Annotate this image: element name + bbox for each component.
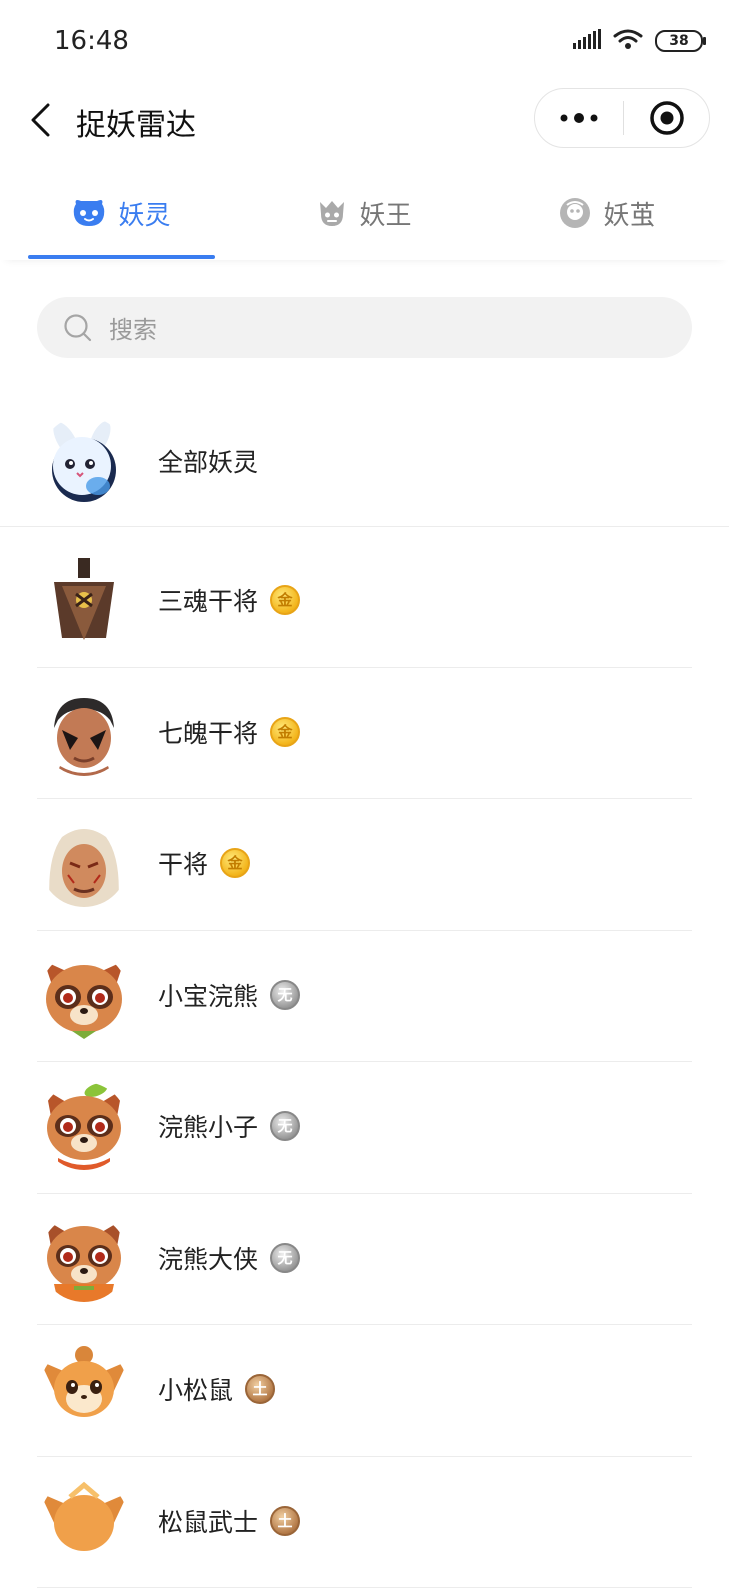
list-item[interactable]: 小宝浣熊无 <box>0 931 729 1063</box>
item-avatar <box>40 1477 128 1565</box>
list-item[interactable]: 干将金 <box>0 799 729 931</box>
list-item[interactable]: 浣熊大侠无 <box>0 1194 729 1326</box>
more-button[interactable] <box>535 89 623 147</box>
tab-label: 妖王 <box>359 195 411 232</box>
item-avatar <box>40 819 128 907</box>
tab-yaowang[interactable]: 妖王 <box>243 166 486 260</box>
item-name: 松鼠武士 <box>158 1508 258 1537</box>
all-yaoling-row[interactable]: 全部妖灵 <box>0 396 729 527</box>
yaowang-icon <box>317 198 347 228</box>
item-name: 七魄干将 <box>158 719 258 748</box>
item-avatar <box>40 951 128 1039</box>
list-item[interactable]: 七魄干将金 <box>0 668 729 800</box>
miniprogram-capsule <box>534 88 710 148</box>
gold-badge-icon: 金 <box>270 585 300 615</box>
search-input[interactable]: 搜索 <box>37 297 692 358</box>
yaojian-icon <box>559 197 591 229</box>
silver-badge-icon: 无 <box>270 980 300 1010</box>
battery-icon: 38 <box>655 30 703 52</box>
item-avatar <box>40 1082 128 1170</box>
item-name: 三魂干将 <box>158 587 258 616</box>
chevron-left-icon <box>29 102 51 138</box>
status-time: 16:48 <box>54 26 129 56</box>
gold-badge-icon: 金 <box>270 717 300 747</box>
item-avatar <box>40 688 128 776</box>
more-icon <box>559 112 599 124</box>
item-name: 浣熊大侠 <box>158 1245 258 1274</box>
bronze-badge-icon: 土 <box>270 1506 300 1536</box>
list-item[interactable]: 三魂干将金 <box>0 536 729 668</box>
item-name: 干将 <box>158 850 208 879</box>
tab-yaojian[interactable]: 妖茧 <box>486 166 729 260</box>
item-avatar <box>40 556 128 644</box>
status-bar: 16:48 38 <box>0 0 729 84</box>
close-miniprogram-button[interactable] <box>624 89 710 147</box>
wifi-icon <box>613 28 643 54</box>
active-tab-indicator <box>28 255 215 259</box>
silver-badge-icon: 无 <box>270 1243 300 1273</box>
tab-yaoling[interactable]: 妖灵 <box>0 166 243 260</box>
silver-badge-icon: 无 <box>270 1111 300 1141</box>
yaoling-icon <box>72 198 106 228</box>
list-item[interactable]: 小松鼠土 <box>0 1325 729 1457</box>
gold-badge-icon: 金 <box>220 848 250 878</box>
page-title: 捉妖雷达 <box>76 100 196 144</box>
item-name: 浣熊小子 <box>158 1113 258 1142</box>
back-button[interactable] <box>20 98 60 142</box>
item-avatar <box>40 1345 128 1433</box>
tab-label: 妖灵 <box>118 195 170 232</box>
list-item[interactable]: 松鼠武士土 <box>0 1457 729 1588</box>
status-icons: 38 <box>573 28 703 54</box>
tab-label: 妖茧 <box>603 195 655 232</box>
all-yaoling-avatar <box>40 416 128 504</box>
yaoling-list: 三魂干将金 七魄干将金 <box>0 536 729 1588</box>
bronze-badge-icon: 土 <box>245 1374 275 1404</box>
nav-bar: 捉妖雷达 <box>0 84 729 156</box>
search-placeholder: 搜索 <box>109 310 157 345</box>
all-yaoling-label: 全部妖灵 <box>158 443 258 479</box>
item-name: 小宝浣熊 <box>158 982 258 1011</box>
search-icon <box>63 313 93 347</box>
item-avatar <box>40 1214 128 1302</box>
target-icon <box>649 100 685 136</box>
item-name: 小松鼠 <box>158 1376 233 1405</box>
signal-icon <box>573 29 601 53</box>
list-item[interactable]: 浣熊小子无 <box>0 1062 729 1194</box>
category-tabs: 妖灵 妖王 妖茧 <box>0 166 729 260</box>
